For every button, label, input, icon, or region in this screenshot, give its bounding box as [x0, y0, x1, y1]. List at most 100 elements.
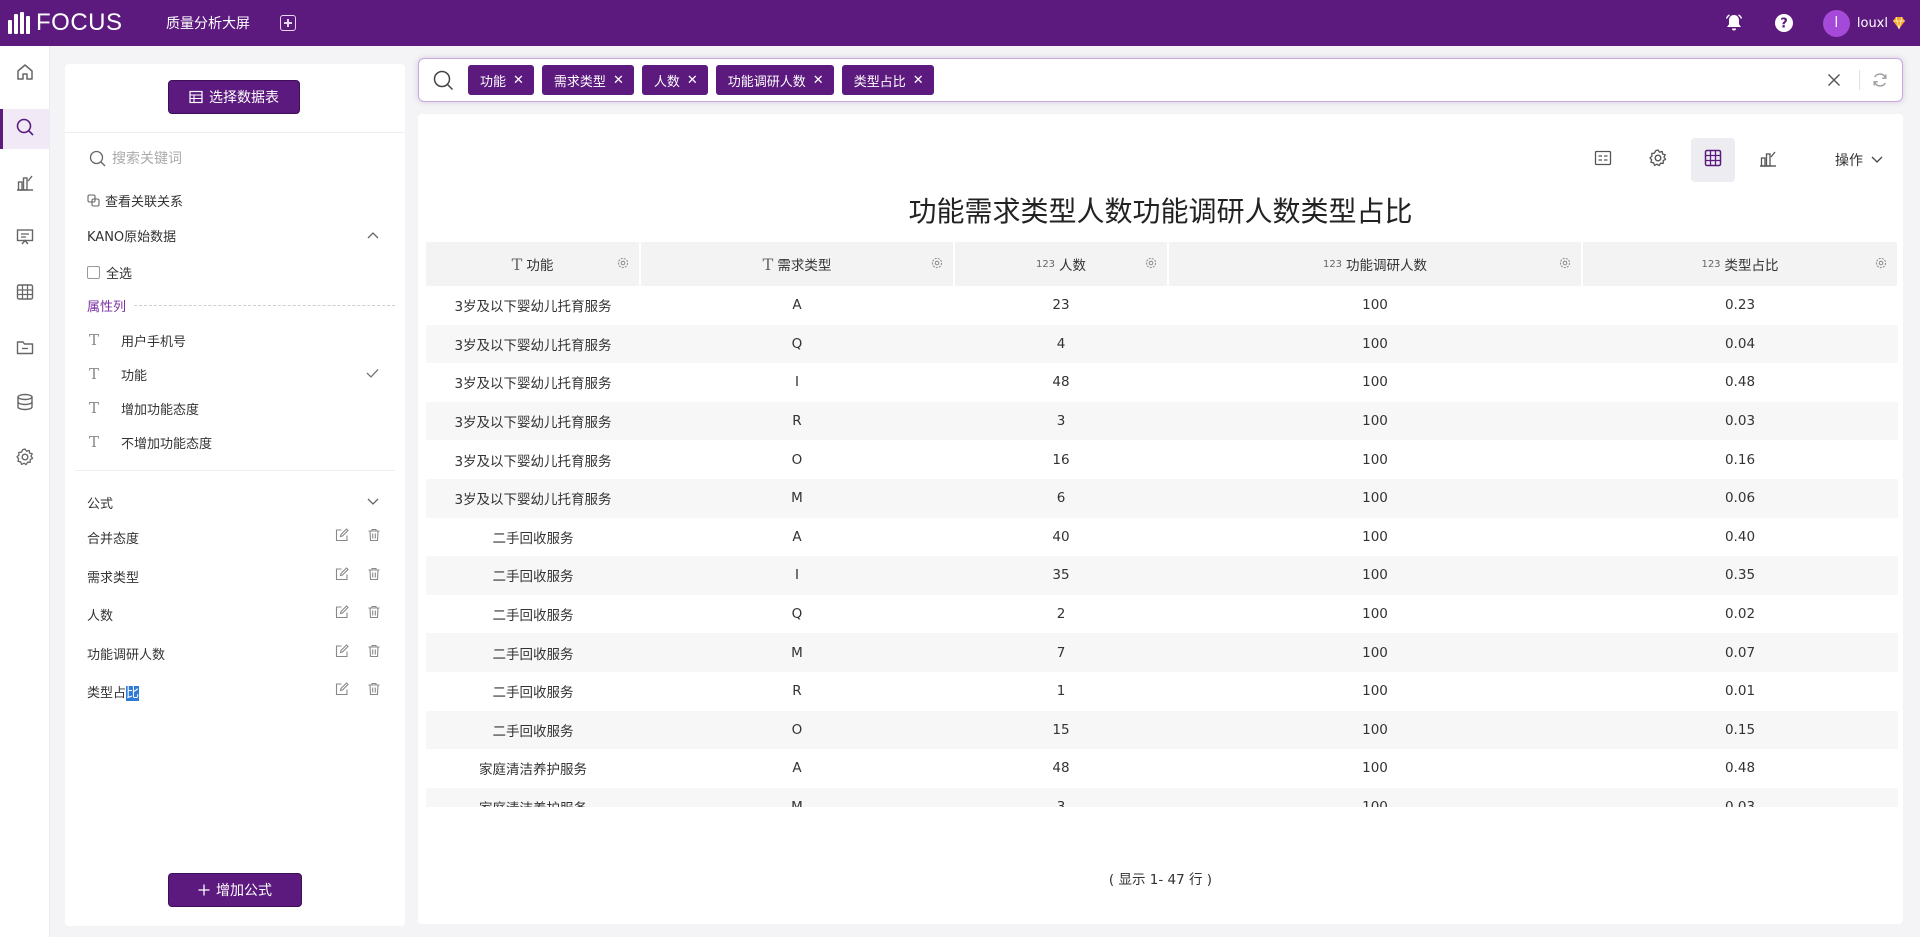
- chevron-down-icon[interactable]: [367, 495, 379, 510]
- query-search-bar[interactable]: 功能 ✕ 需求类型 ✕ 人数 ✕ 功能调研人数 ✕ 类型占比 ✕: [418, 58, 1903, 102]
- nav-folder[interactable]: [0, 329, 50, 369]
- table-row[interactable]: 二手回收服务 A 40 100 0.40: [426, 518, 1898, 557]
- delete-icon[interactable]: [367, 644, 381, 662]
- table-cell: 0.48: [1724, 760, 1756, 777]
- table-row[interactable]: 3岁及以下婴幼儿托育服务 I 48 100 0.48: [426, 363, 1898, 402]
- formula-item[interactable]: 人数: [87, 602, 381, 626]
- column-header-label: 需求类型: [777, 258, 832, 274]
- column-view-button[interactable]: [1581, 138, 1625, 182]
- close-icon[interactable]: ✕: [687, 73, 698, 88]
- close-icon[interactable]: ✕: [613, 73, 624, 88]
- nav-home[interactable]: [0, 54, 50, 94]
- field-row[interactable]: T 用户手机号: [87, 328, 379, 352]
- column-settings-icon[interactable]: [617, 257, 629, 269]
- table-row[interactable]: 家庭清洁养护服务 A 48 100 0.48: [426, 749, 1898, 788]
- close-icon[interactable]: ✕: [813, 73, 824, 88]
- delete-icon[interactable]: [367, 528, 381, 546]
- edit-icon[interactable]: [335, 682, 349, 700]
- bell-icon[interactable]: [1723, 12, 1745, 34]
- keyword-search-input[interactable]: 搜索关键词: [89, 148, 182, 168]
- operations-dropdown[interactable]: 操作: [1835, 150, 1883, 170]
- formula-header[interactable]: 公式: [87, 493, 379, 512]
- chevron-up-icon[interactable]: [367, 228, 379, 243]
- table-cell: O: [640, 710, 954, 750]
- field-row[interactable]: T 增加功能态度: [87, 396, 379, 420]
- edit-icon[interactable]: [335, 528, 349, 546]
- column-settings-icon[interactable]: [1875, 257, 1887, 269]
- avatar[interactable]: l: [1822, 9, 1850, 37]
- column-settings-icon[interactable]: [1145, 257, 1157, 269]
- focus-logo[interactable]: FOCUS: [8, 9, 156, 37]
- search-chip[interactable]: 功能 ✕: [468, 65, 534, 95]
- settings-button[interactable]: [1636, 138, 1680, 182]
- table-row[interactable]: 二手回收服务 I 35 100 0.35: [426, 556, 1898, 595]
- table-cell: 35: [954, 556, 1168, 595]
- checkbox[interactable]: [87, 266, 100, 279]
- table-row[interactable]: 二手回收服务 Q 2 100 0.02: [426, 595, 1898, 634]
- table-view-button[interactable]: [1691, 138, 1735, 182]
- result-table-body[interactable]: 3岁及以下婴幼儿托育服务 A 23 100 0.23 3岁及以下婴幼儿托育服务 Q 4 100 0…: [426, 286, 1898, 807]
- search-icon: [15, 117, 35, 141]
- dataset-header[interactable]: KANO原始数据: [87, 226, 379, 245]
- column-settings-icon[interactable]: [1559, 257, 1571, 269]
- view-relations-link[interactable]: 查看关联关系: [87, 191, 183, 210]
- folder-icon: [15, 337, 35, 361]
- search-chip[interactable]: 类型占比 ✕: [841, 65, 934, 95]
- edit-icon[interactable]: [335, 605, 349, 623]
- table-row[interactable]: 3岁及以下婴幼儿托育服务 O 16 100 0.16: [426, 440, 1898, 479]
- nav-search[interactable]: [0, 109, 50, 149]
- formula-item[interactable]: 合并态度: [87, 525, 381, 549]
- select-all-checkbox[interactable]: 全选: [87, 263, 132, 282]
- table-row[interactable]: 二手回收服务 M 7 100 0.07: [426, 633, 1898, 672]
- table-row[interactable]: 3岁及以下婴幼儿托育服务 R 3 100 0.03: [426, 401, 1898, 441]
- nav-table[interactable]: [0, 274, 50, 314]
- column-header[interactable]: 123 人数: [954, 242, 1169, 286]
- formula-item[interactable]: 功能调研人数: [87, 641, 381, 665]
- svg-text:?: ?: [1780, 17, 1788, 32]
- refresh-icon[interactable]: [1872, 72, 1888, 88]
- edit-icon[interactable]: [335, 644, 349, 662]
- help-icon[interactable]: ?: [1773, 12, 1795, 34]
- close-icon[interactable]: ✕: [913, 73, 924, 88]
- column-header[interactable]: T 需求类型: [640, 242, 955, 286]
- dashboard-tab-title[interactable]: 质量分析大屏: [166, 13, 250, 33]
- column-settings-icon[interactable]: [931, 257, 943, 269]
- formula-item[interactable]: 需求类型: [87, 564, 381, 588]
- formula-item[interactable]: 类型占比: [87, 679, 381, 703]
- column-header[interactable]: T 功能: [426, 242, 641, 286]
- nav-settings[interactable]: [0, 439, 50, 479]
- select-table-button[interactable]: 选择数据表: [168, 80, 300, 114]
- nav-database[interactable]: [0, 384, 50, 424]
- search-separator: [1859, 70, 1860, 90]
- delete-icon[interactable]: [367, 605, 381, 623]
- chip-label: 类型占比: [853, 74, 906, 90]
- column-header[interactable]: 123 类型占比: [1582, 242, 1899, 286]
- delete-icon[interactable]: [367, 682, 381, 700]
- chart-icon: [1758, 148, 1778, 172]
- clear-search-icon[interactable]: [1827, 73, 1841, 87]
- text-type-icon: T: [89, 433, 100, 451]
- chip-label: 功能调研人数: [727, 74, 806, 90]
- add-tab-icon[interactable]: [280, 15, 296, 31]
- table-row[interactable]: 3岁及以下婴幼儿托育服务 M 6 100 0.06: [426, 478, 1898, 518]
- chart-view-button[interactable]: [1746, 138, 1790, 182]
- search-chip[interactable]: 人数 ✕: [641, 65, 708, 95]
- field-row[interactable]: T 不增加功能态度: [87, 430, 379, 454]
- delete-icon[interactable]: [367, 567, 381, 585]
- search-chip[interactable]: 功能调研人数 ✕: [715, 65, 834, 95]
- username[interactable]: louxl: [1857, 16, 1888, 31]
- column-header[interactable]: 123 功能调研人数: [1168, 242, 1583, 286]
- edit-icon[interactable]: [335, 567, 349, 585]
- close-icon[interactable]: ✕: [513, 73, 524, 88]
- table-cell: 100: [1362, 606, 1388, 623]
- search-chip[interactable]: 需求类型 ✕: [541, 65, 634, 95]
- table-row[interactable]: 二手回收服务 O 15 100 0.15: [426, 710, 1898, 750]
- table-row[interactable]: 3岁及以下婴幼儿托育服务 A 23 100 0.23: [426, 286, 1898, 325]
- table-row[interactable]: 3岁及以下婴幼儿托育服务 Q 4 100 0.04: [426, 324, 1898, 364]
- nav-dashboard[interactable]: [0, 219, 50, 259]
- add-formula-button[interactable]: 增加公式: [168, 873, 302, 907]
- nav-chart[interactable]: [0, 164, 50, 204]
- table-row[interactable]: 家庭清洁养护服务M31000.03: [426, 787, 1898, 807]
- field-row[interactable]: T 功能: [87, 362, 379, 386]
- table-row[interactable]: 二手回收服务 R 1 100 0.01: [426, 672, 1898, 711]
